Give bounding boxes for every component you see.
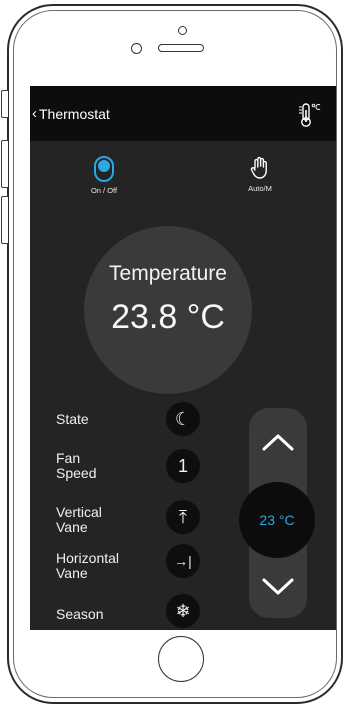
- front-camera: [131, 43, 142, 54]
- increase-button[interactable]: [249, 419, 307, 465]
- snowflake-icon[interactable]: ❄: [166, 594, 200, 628]
- back-button[interactable]: ‹ Thermostat: [32, 106, 110, 122]
- temperature-title: Temperature: [109, 262, 227, 285]
- season-label: Season: [56, 606, 104, 622]
- moon-icon[interactable]: ☾: [166, 402, 200, 436]
- chevron-down-icon: [262, 578, 294, 595]
- setpoint-value: 23 °C: [239, 482, 315, 558]
- temperature-display: Temperature 23.8 °C: [84, 226, 252, 394]
- chevron-up-icon: [262, 434, 294, 451]
- chevron-left-icon: ‹: [32, 105, 37, 122]
- power-toggle[interactable]: On / Off: [74, 156, 134, 195]
- vertical-vane-icon[interactable]: ⤒: [166, 500, 200, 534]
- front-sensor: [178, 26, 187, 35]
- app-header: ‹ Thermostat: [30, 86, 336, 141]
- app-screen: ‹ Thermostat On / Off Auto/M Temperature…: [30, 86, 336, 630]
- fan-speed-label: Fan Speed: [56, 450, 97, 481]
- volume-down-button: [1, 196, 8, 244]
- vertical-vane-label: Vertical Vane: [56, 504, 102, 535]
- home-button[interactable]: [158, 636, 204, 682]
- decrease-button[interactable]: [249, 564, 307, 610]
- temperature-value: 23.8 °C: [111, 298, 225, 336]
- toggle-switch-icon: [94, 156, 114, 182]
- power-label: On / Off: [90, 186, 118, 195]
- hand-icon: [250, 156, 267, 179]
- mode-label: Auto/M: [248, 184, 272, 193]
- page-title: Thermostat: [39, 106, 110, 122]
- volume-up-button: [1, 140, 8, 188]
- fan-speed-1-icon[interactable]: 1: [166, 449, 200, 483]
- earpiece-speaker: [158, 44, 204, 52]
- state-label: State: [56, 411, 89, 427]
- horizontal-vane-icon[interactable]: →|: [166, 544, 200, 578]
- thermometer-celsius-icon[interactable]: [294, 100, 324, 130]
- auto-manual-button[interactable]: Auto/M: [230, 156, 290, 193]
- mute-switch: [1, 90, 8, 118]
- horizontal-vane-label: Horizontal Vane: [56, 550, 120, 581]
